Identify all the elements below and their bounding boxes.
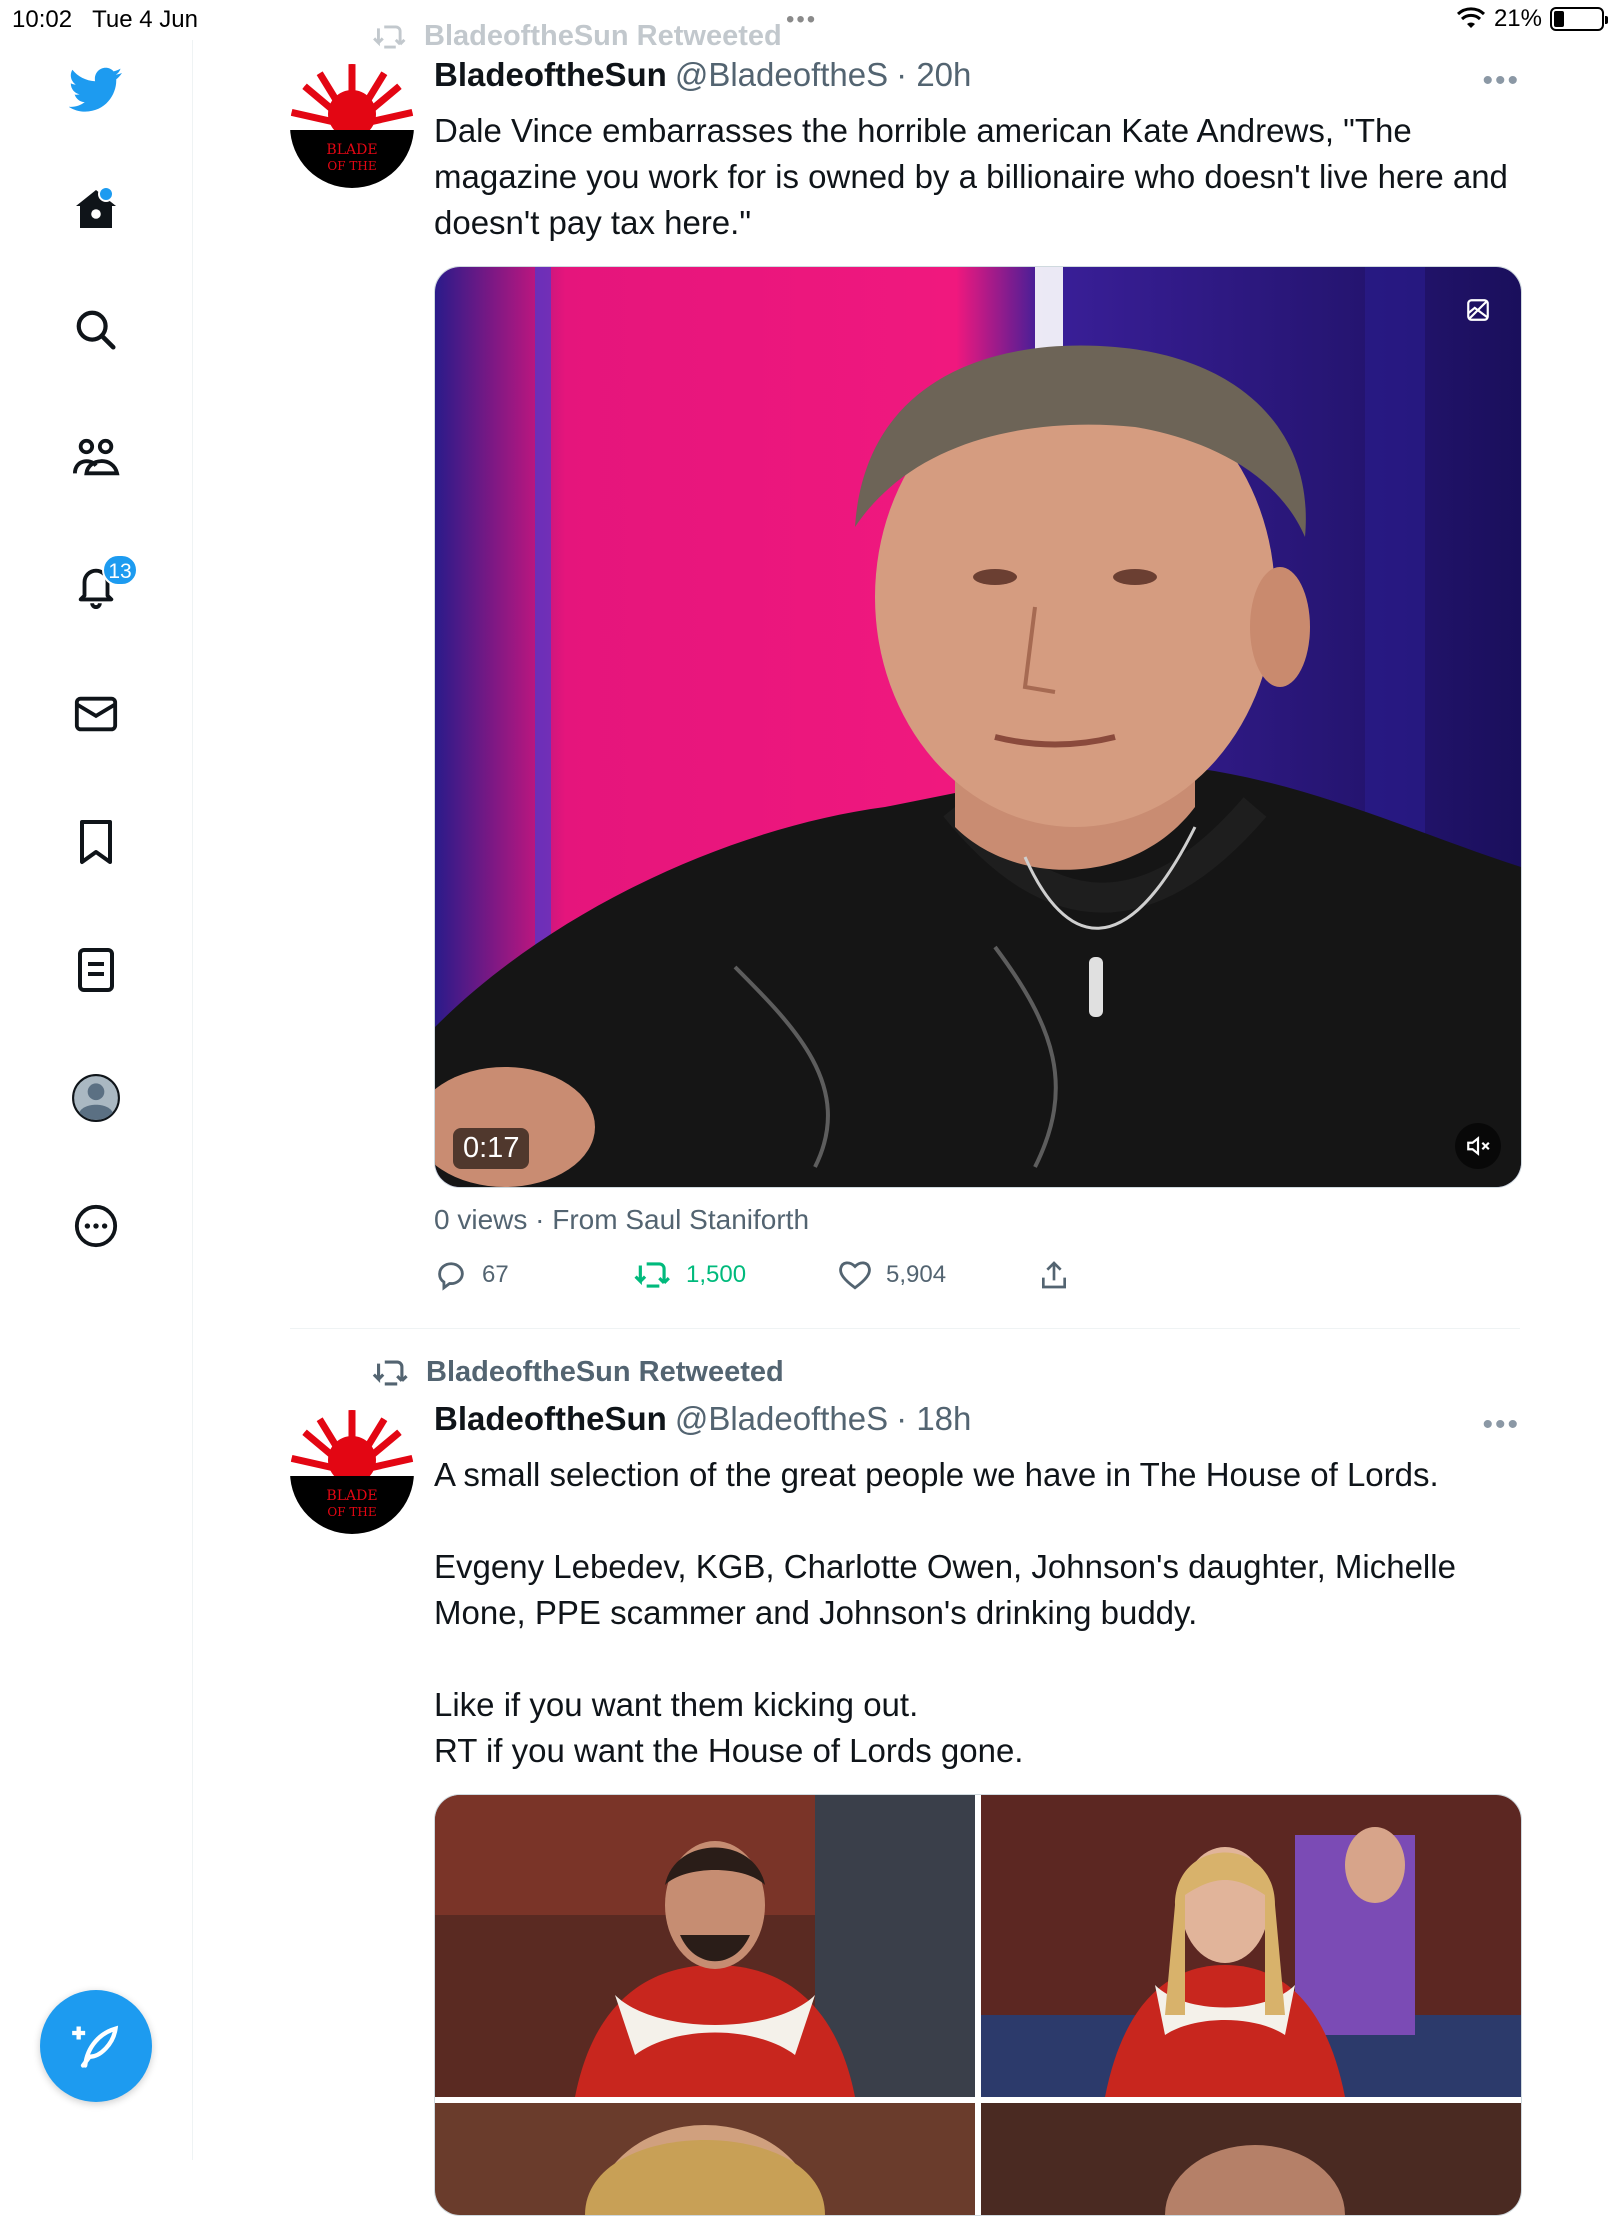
- author-handle[interactable]: @BladeoftheS: [675, 1400, 888, 1438]
- feather-plus-icon: [72, 2025, 119, 2068]
- retweet-icon: [634, 1262, 670, 1288]
- reply-icon: [438, 1262, 464, 1291]
- heart-icon: [839, 1261, 871, 1290]
- author-name[interactable]: BladeoftheSun: [434, 56, 667, 94]
- author-handle[interactable]: @BladeoftheS: [675, 56, 888, 94]
- nav-home[interactable]: [64, 178, 128, 242]
- notifications-badge: 13: [102, 554, 138, 586]
- tweet-photo-grid[interactable]: [434, 1794, 1522, 2216]
- more-circle-icon: [74, 1204, 118, 1248]
- battery-percent: 21%: [1493, 5, 1542, 32]
- nav-notifications[interactable]: 13: [64, 554, 138, 618]
- profile-avatar-icon: [72, 1074, 120, 1122]
- status-time: 10:02 Tue 4 Jun: [12, 6, 198, 33]
- nav-communities[interactable]: [64, 426, 128, 490]
- muted-speaker-icon: [1467, 1136, 1490, 1156]
- tweet-video[interactable]: 0:17: [434, 266, 1522, 1188]
- sensitive-media-icon[interactable]: [1465, 297, 1491, 328]
- tweet-more-icon[interactable]: •••: [1482, 1408, 1520, 1442]
- multitask-dots[interactable]: •••: [786, 6, 817, 34]
- battery-icon: [1550, 7, 1608, 31]
- tweet-text: Dale Vince embarrasses the horrible amer…: [434, 112, 1518, 241]
- status-bar: 10:02 Tue 4 Jun ••• 21%: [0, 0, 1620, 40]
- nav-more[interactable]: [64, 1194, 128, 1258]
- video-duration: 0:17: [453, 1128, 530, 1169]
- tweet-author-avatar[interactable]: BLADE OF THE: [290, 1410, 414, 1534]
- like-button[interactable]: 5,904: [838, 1259, 1038, 1291]
- reply-button[interactable]: 67: [434, 1258, 634, 1292]
- author-name[interactable]: BladeoftheSun: [434, 1400, 667, 1438]
- photo-1[interactable]: [435, 1795, 975, 2097]
- nav-messages[interactable]: [64, 682, 128, 746]
- tweet-divider: [290, 1328, 1520, 1329]
- communities-icon: [73, 438, 120, 476]
- retweet-header: BladeoftheSun Retweeted: [372, 1356, 784, 1389]
- tweet-time[interactable]: · 20h: [896, 56, 971, 94]
- twitter-logo-icon[interactable]: [64, 58, 128, 122]
- like-count: 5,904: [886, 1261, 947, 1288]
- retweet-button[interactable]: 1,500: [634, 1260, 838, 1290]
- nav-lists[interactable]: [64, 938, 128, 1002]
- retweet-header: BladeoftheSun Retweeted: [372, 20, 782, 53]
- reply-count: 67: [482, 1261, 509, 1288]
- svg-text:OF THE: OF THE: [327, 1505, 376, 1519]
- avatar-logo-text: BLADE: [326, 142, 377, 158]
- tweet-text: A small selection of the great people we…: [434, 1456, 1456, 1769]
- video-views-source: 0 views · From Saul Staniforth: [434, 1204, 810, 1235]
- retweet-count: 1,500: [686, 1261, 747, 1288]
- nav-profile[interactable]: [64, 1066, 128, 1130]
- search-icon: [76, 310, 116, 350]
- svg-text:BLADE: BLADE: [326, 1488, 377, 1504]
- nav-bookmarks[interactable]: [64, 810, 128, 874]
- mute-toggle[interactable]: [1455, 1123, 1501, 1169]
- compose-tweet-button[interactable]: [40, 1990, 152, 2102]
- status-right: 21%: [1456, 5, 1608, 33]
- svg-text:OF THE: OF THE: [327, 159, 376, 173]
- tweet-author-avatar[interactable]: BLADE OF THE: [290, 64, 414, 188]
- tweet-header: BladeoftheSun @BladeoftheS · 18h: [434, 1400, 971, 1438]
- tweet-more-icon[interactable]: •••: [1482, 64, 1520, 98]
- share-button[interactable]: [1038, 1258, 1070, 1292]
- retweet-icon: [373, 24, 406, 49]
- tweet-header: BladeoftheSun @BladeoftheS · 20h: [434, 56, 971, 94]
- tweet-actions: 67 1,500 5,904: [434, 1258, 1070, 1292]
- retweet-icon: [372, 1360, 408, 1385]
- wifi-icon: [1456, 7, 1485, 28]
- lists-icon: [78, 948, 114, 992]
- home-unread-dot: [98, 186, 114, 202]
- sidebar: 13: [0, 40, 193, 2160]
- share-icon: [1042, 1261, 1066, 1289]
- photo-2[interactable]: [981, 1795, 1521, 2097]
- bookmark-icon: [80, 820, 112, 864]
- tweet-time[interactable]: · 18h: [896, 1400, 971, 1438]
- video-frame: [435, 267, 1521, 1187]
- nav-search[interactable]: [64, 298, 128, 362]
- mail-icon: [74, 696, 118, 732]
